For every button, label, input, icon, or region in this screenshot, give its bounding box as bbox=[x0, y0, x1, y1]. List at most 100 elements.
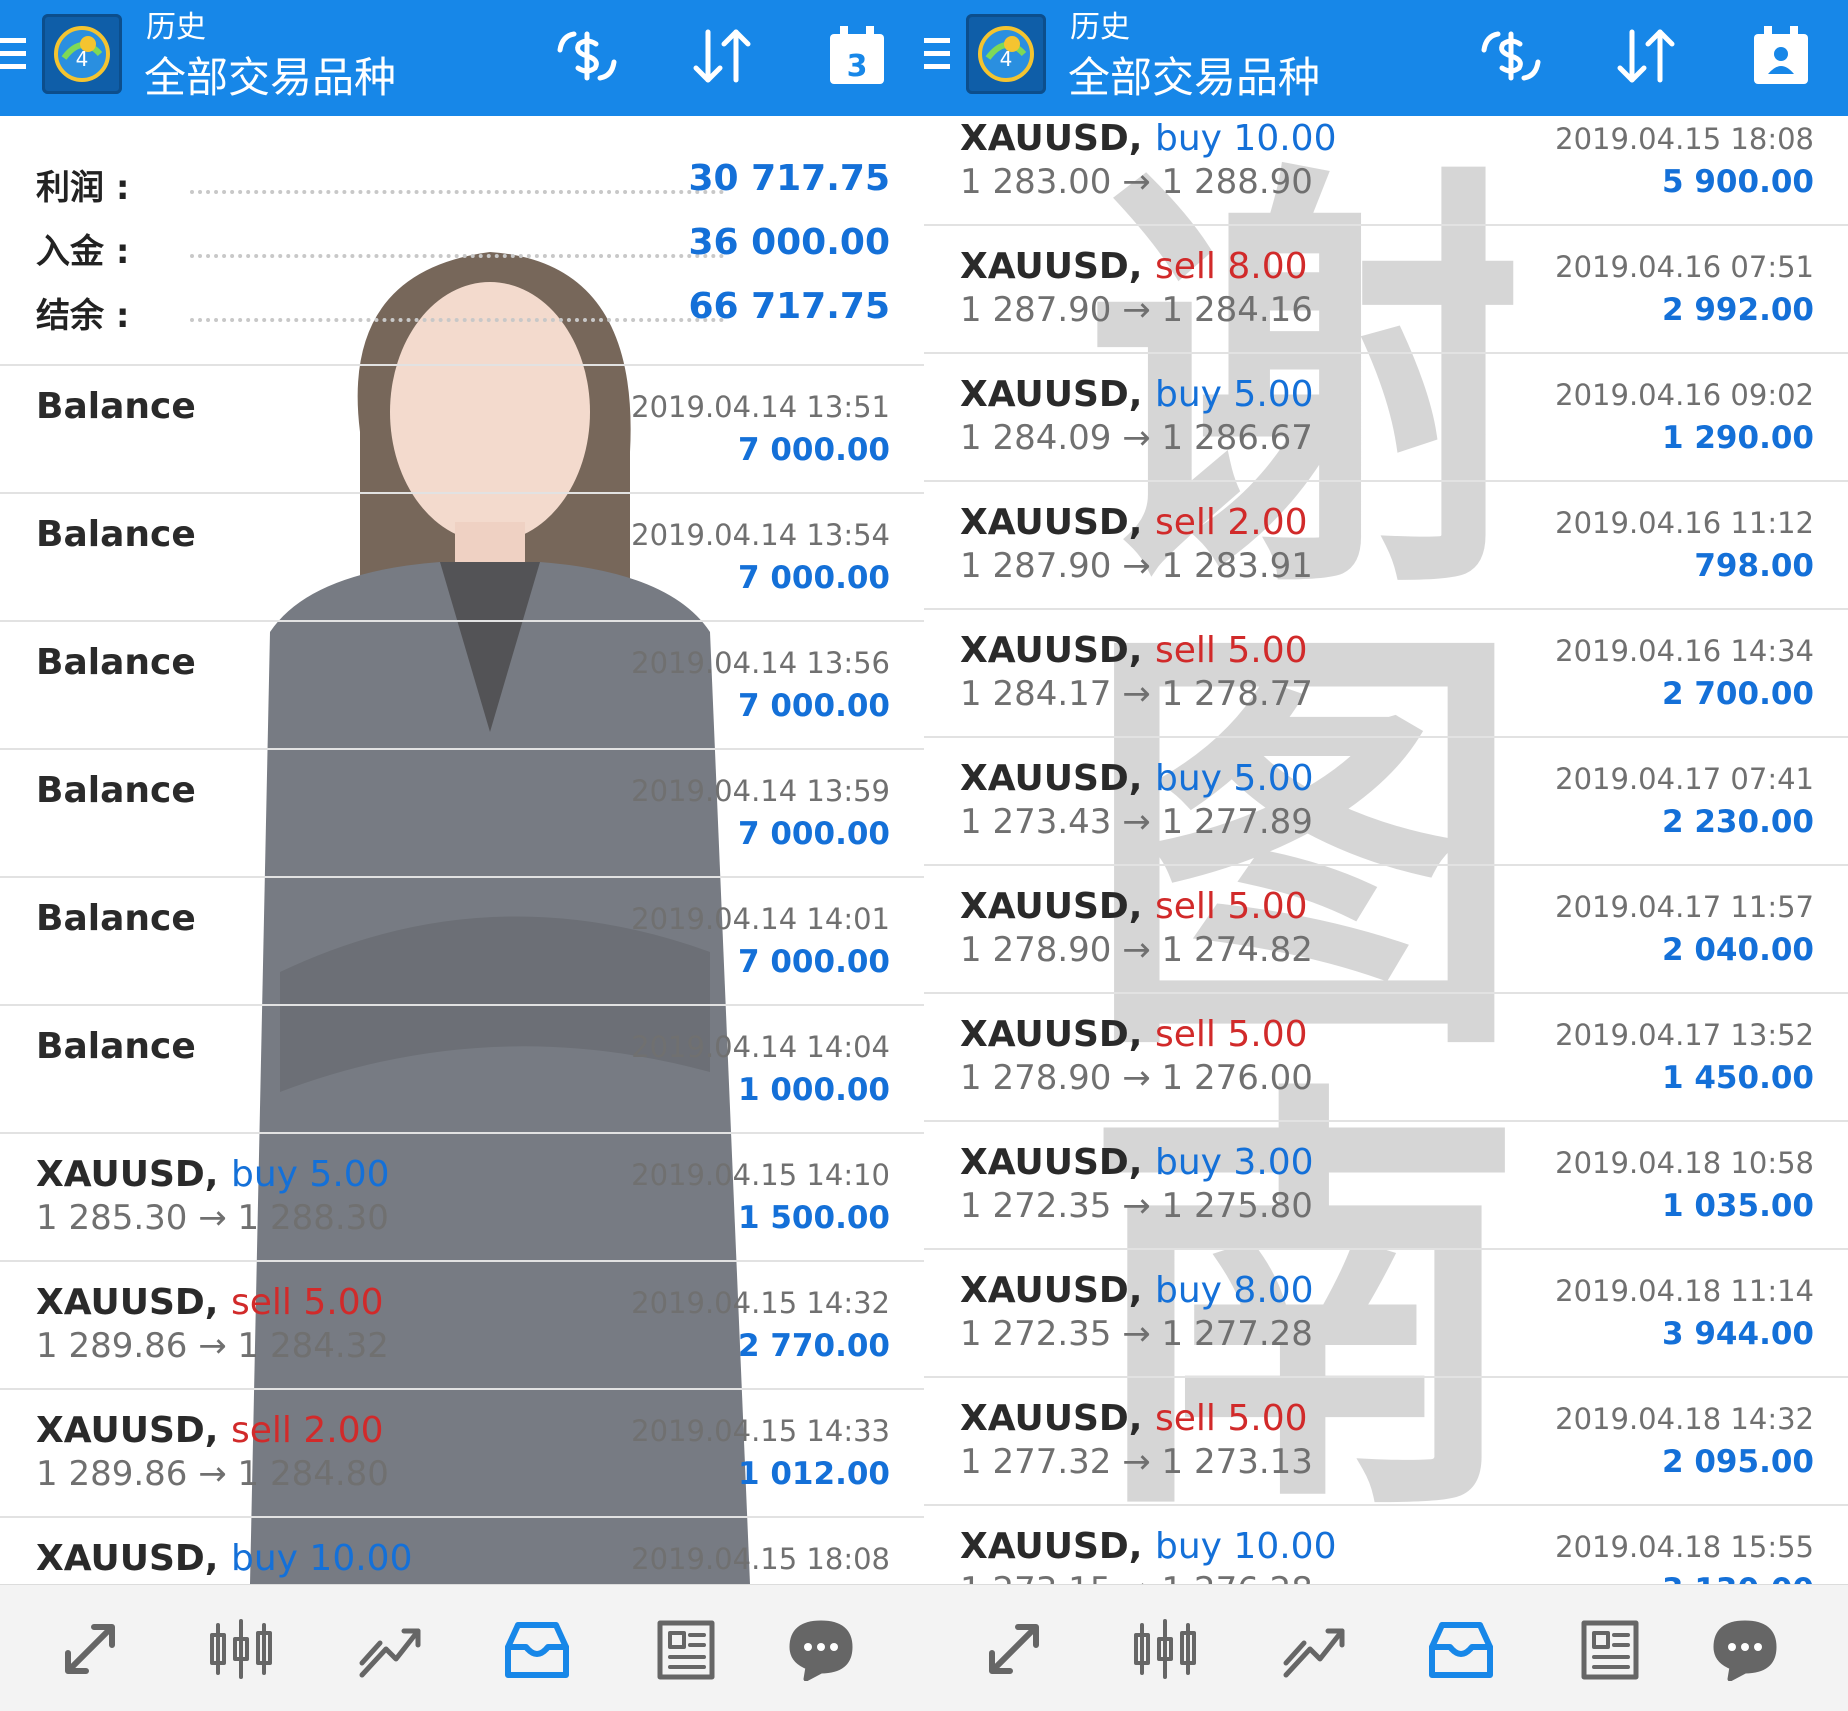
deal-time: 2019.04.14 13:56 bbox=[631, 646, 890, 680]
deal-prices: 1 277.32 → 1 273.13 bbox=[960, 1442, 1313, 1482]
deal-side: buy 5.00 bbox=[1155, 758, 1314, 799]
trade-arrows-icon[interactable] bbox=[982, 1617, 1052, 1681]
menu-icon[interactable] bbox=[924, 38, 950, 72]
deal-side: buy 10.00 bbox=[1155, 118, 1337, 159]
summary-label: 入金 : bbox=[36, 232, 130, 272]
deal-side: sell 5.00 bbox=[1155, 1014, 1308, 1055]
candlestick-chart-icon[interactable] bbox=[1130, 1617, 1200, 1681]
history-row[interactable]: Balance 2019.04.14 14:04 1 000.00 bbox=[0, 1006, 924, 1134]
history-list-area[interactable]: 利润 : 30 717.75 入金 : 36 000.00 结余 : 66 71… bbox=[0, 116, 924, 1584]
candlestick-chart-icon[interactable] bbox=[206, 1617, 276, 1681]
svg-text:4: 4 bbox=[1000, 47, 1013, 71]
deal-side: buy 3.00 bbox=[1155, 1142, 1314, 1183]
deal-symbol: XAUUSD, bbox=[960, 1014, 1155, 1055]
deal-symbol: Balance bbox=[36, 898, 196, 939]
history-screen-right: 4 历史 全部交易品种 谢 图 南 XAUUSD, buy 10.00 1 28… bbox=[924, 0, 1848, 1711]
history-row[interactable]: Balance 2019.04.14 13:51 7 000.00 bbox=[0, 366, 924, 494]
history-row[interactable]: XAUUSD, sell 5.00 1 278.90 → 1 274.82 2019… bbox=[924, 866, 1848, 994]
deal-time: 2019.04.14 13:54 bbox=[631, 518, 890, 552]
deal-prices: 1 278.90 → 1 274.82 bbox=[960, 930, 1313, 970]
history-row[interactable]: Balance 2019.04.14 13:59 7 000.00 bbox=[0, 750, 924, 878]
chat-icon[interactable] bbox=[1710, 1617, 1780, 1682]
deal-title: XAUUSD, sell 2.00 bbox=[36, 1410, 384, 1451]
symbol-filter[interactable]: 全部交易品种 bbox=[1068, 52, 1320, 104]
history-row[interactable]: XAUUSD, buy 8.00 1 272.35 → 1 277.28 2019.… bbox=[924, 1250, 1848, 1378]
deal-symbol: XAUUSD, bbox=[960, 1526, 1155, 1567]
sort-icon[interactable] bbox=[1612, 24, 1682, 88]
deal-title: XAUUSD, buy 8.00 bbox=[960, 1270, 1314, 1311]
history-row[interactable]: XAUUSD, buy 10.00 1 273.15 → 1 276.28 2019… bbox=[924, 1506, 1848, 1584]
history-row[interactable]: XAUUSD, sell 2.00 1 287.90 → 1 283.91 2019… bbox=[924, 482, 1848, 610]
history-row[interactable]: XAUUSD, buy 5.00 1 284.09 → 1 286.67 2019.… bbox=[924, 354, 1848, 482]
deal-profit: 2 040.00 bbox=[1662, 932, 1814, 968]
history-row[interactable]: XAUUSD, sell 2.00 1 289.86 → 1 284.80 2019… bbox=[0, 1390, 924, 1518]
deal-side: sell 2.00 bbox=[231, 1410, 384, 1451]
currency-exchange-icon[interactable] bbox=[552, 24, 622, 88]
history-row[interactable]: XAUUSD, buy 3.00 1 272.35 → 1 275.80 2019.… bbox=[924, 1122, 1848, 1250]
history-row[interactable]: XAUUSD, sell 5.00 1 277.32 → 1 273.13 2019… bbox=[924, 1378, 1848, 1506]
history-row[interactable]: Balance 2019.04.14 14:01 7 000.00 bbox=[0, 878, 924, 1006]
bottom-navigation bbox=[924, 1584, 1848, 1711]
deal-prices: 1 289.86 → 1 284.80 bbox=[36, 1454, 389, 1494]
history-row[interactable]: XAUUSD, sell 5.00 1 284.17 → 1 278.77 2019… bbox=[924, 610, 1848, 738]
summary-row-profit: 利润 : 30 717.75 bbox=[0, 156, 924, 220]
history-row[interactable]: XAUUSD, sell 5.00 1 289.86 → 1 284.32 2019… bbox=[0, 1262, 924, 1390]
summary-value: 66 717.75 bbox=[688, 286, 890, 327]
news-icon[interactable] bbox=[650, 1617, 720, 1681]
history-inbox-icon[interactable] bbox=[1426, 1617, 1496, 1681]
history-list-area[interactable]: 谢 图 南 XAUUSD, buy 10.00 1 283.00 → 1 288.… bbox=[924, 116, 1848, 1584]
history-row[interactable]: XAUUSD, sell 8.00 1 287.90 → 1 284.16 2019… bbox=[924, 226, 1848, 354]
news-icon[interactable] bbox=[1574, 1617, 1644, 1681]
deal-prices: 1 287.90 → 1 283.91 bbox=[960, 546, 1313, 586]
trade-history-list: XAUUSD, buy 10.00 1 283.00 → 1 288.90 2019… bbox=[924, 116, 1848, 1584]
page-title: 历史 bbox=[146, 10, 206, 45]
deal-side: buy 10.00 bbox=[1155, 1526, 1337, 1567]
trade-arrows-icon[interactable] bbox=[58, 1617, 128, 1681]
summary-row-deposit: 入金 : 36 000.00 bbox=[0, 220, 924, 284]
menu-icon[interactable] bbox=[0, 38, 26, 72]
deal-prices: 1 284.09 → 1 286.67 bbox=[960, 418, 1313, 458]
deal-title: XAUUSD, buy 10.00 bbox=[960, 118, 1336, 159]
deal-time: 2019.04.18 15:55 bbox=[1555, 1530, 1814, 1564]
history-row[interactable]: XAUUSD, buy 10.00 1 283.00 → 1 288.90 2019… bbox=[924, 116, 1848, 226]
mt4-logo-icon: 4 bbox=[966, 14, 1046, 94]
deal-profit: 7 000.00 bbox=[738, 688, 890, 724]
deal-profit: 798.00 bbox=[1694, 548, 1814, 584]
deal-title: XAUUSD, sell 5.00 bbox=[960, 1398, 1308, 1439]
trend-chart-icon[interactable] bbox=[356, 1617, 426, 1681]
history-row[interactable]: XAUUSD, buy 5.00 1 285.30 → 1 288.30 2019.… bbox=[0, 1134, 924, 1262]
deal-side: buy 8.00 bbox=[1155, 1270, 1314, 1311]
history-screen-left: 4 历史 全部交易品种 3 利润: 30 717.75 入金: 36 000… bbox=[0, 0, 924, 1711]
history-inbox-icon[interactable] bbox=[502, 1617, 572, 1681]
symbol-filter[interactable]: 全部交易品种 bbox=[144, 52, 396, 104]
deal-title: XAUUSD, buy 5.00 bbox=[36, 1154, 390, 1195]
deal-title: Balance bbox=[36, 898, 196, 939]
deal-symbol: XAUUSD, bbox=[36, 1282, 231, 1323]
deal-symbol: XAUUSD, bbox=[960, 758, 1155, 799]
history-row[interactable]: XAUUSD, sell 5.00 1 278.90 → 1 276.00 2019… bbox=[924, 994, 1848, 1122]
deal-prices: 1 272.35 → 1 275.80 bbox=[960, 1186, 1313, 1226]
deal-profit: 3 130.00 bbox=[1662, 1572, 1814, 1584]
page-title: 历史 bbox=[1070, 10, 1130, 45]
summary-section: 利润 : 30 717.75 入金 : 36 000.00 结余 : 66 71… bbox=[0, 116, 924, 366]
history-row[interactable]: XAUUSD, buy 5.00 1 273.43 → 1 277.89 2019.… bbox=[924, 738, 1848, 866]
deal-title: XAUUSD, buy 10.00 bbox=[960, 1526, 1336, 1567]
calendar-number: 3 bbox=[847, 49, 868, 84]
calendar-icon[interactable]: 3 bbox=[822, 24, 892, 88]
dotted-leader bbox=[190, 190, 724, 194]
dotted-leader bbox=[190, 318, 724, 322]
deal-profit: 2 095.00 bbox=[1662, 1444, 1814, 1480]
sort-icon[interactable] bbox=[688, 24, 758, 88]
deal-profit: 2 770.00 bbox=[738, 1328, 890, 1364]
deal-side: buy 5.00 bbox=[231, 1154, 390, 1195]
history-row[interactable]: Balance 2019.04.14 13:56 7 000.00 bbox=[0, 622, 924, 750]
calendar-person-icon[interactable] bbox=[1746, 24, 1816, 88]
currency-exchange-icon[interactable] bbox=[1476, 24, 1546, 88]
history-row[interactable]: Balance 2019.04.14 13:54 7 000.00 bbox=[0, 494, 924, 622]
chat-icon[interactable] bbox=[786, 1617, 856, 1682]
deal-title: Balance bbox=[36, 386, 196, 427]
deal-title: XAUUSD, sell 2.00 bbox=[960, 502, 1308, 543]
history-row[interactable]: XAUUSD, buy 10.00 2019.04.15 18:08 bbox=[0, 1518, 924, 1584]
trend-chart-icon[interactable] bbox=[1280, 1617, 1350, 1681]
summary-row-balance: 结余 : 66 717.75 bbox=[0, 284, 924, 348]
